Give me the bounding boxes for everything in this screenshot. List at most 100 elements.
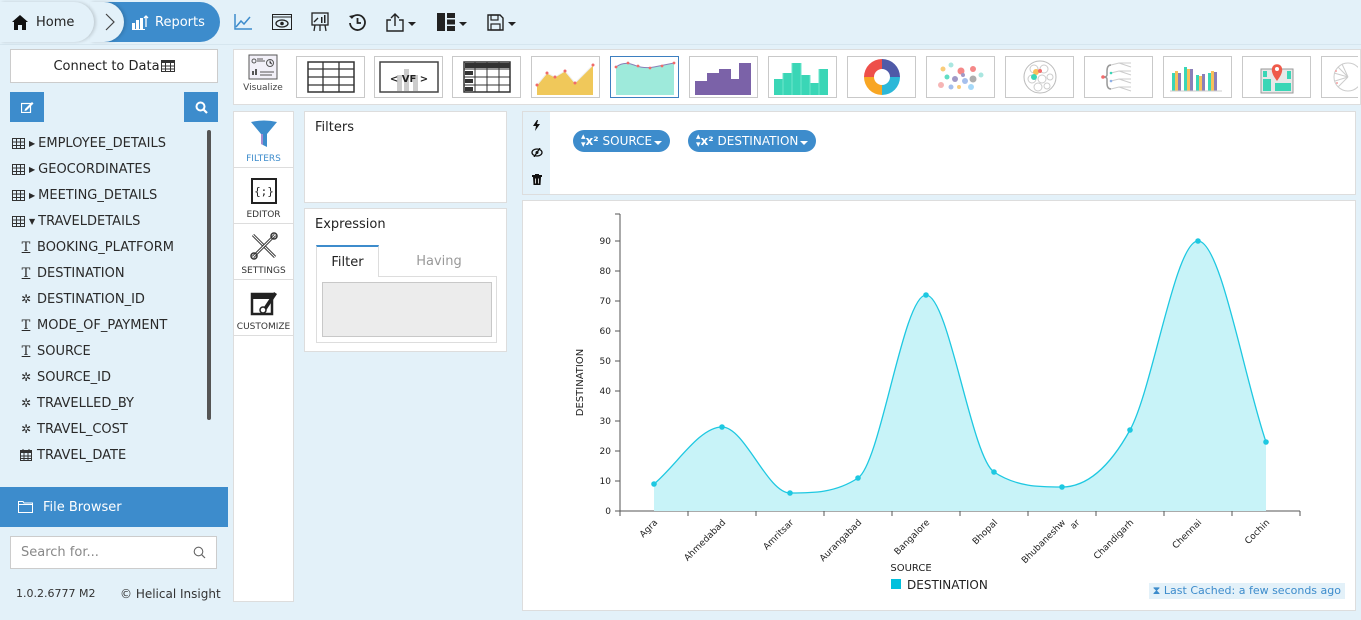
tree-chart-icon [1100, 62, 1131, 92]
x-tick-label: Amritsar [762, 518, 797, 553]
tab-filter[interactable]: Filter [316, 245, 379, 277]
tab-settings[interactable]: SETTINGS [234, 224, 293, 280]
viz-type-vf[interactable]: < VF > [374, 56, 443, 98]
connect-to-data-button[interactable]: Connect to Data [10, 49, 218, 83]
tree-table-meeting-details[interactable]: ▶ MEETING_DETAILS [10, 182, 210, 208]
svg-text:{;}: {;} [254, 185, 274, 198]
visualize-button[interactable]: Visualize [240, 54, 286, 100]
x-tick-label: Chennai [1171, 518, 1204, 551]
tab-customize[interactable]: CUSTOMIZE [234, 280, 293, 336]
x-tick-label-line: Agra [638, 518, 660, 540]
field-pill-label: SOURCE [602, 134, 653, 148]
eye-slash-icon [530, 148, 543, 157]
data-point-aurangabad[interactable] [855, 475, 861, 481]
delete-button[interactable] [523, 166, 550, 193]
viz-type-tree[interactable] [1084, 56, 1153, 98]
preview-button[interactable] [272, 10, 292, 34]
data-point-chennai[interactable] [1195, 238, 1201, 244]
data-point-amritsar[interactable] [787, 490, 793, 496]
data-point-agra[interactable] [651, 481, 657, 487]
search-input[interactable]: Search for... [10, 536, 217, 569]
donut-chart-icon [863, 59, 900, 95]
legend-swatch[interactable] [891, 579, 901, 589]
tree-scrollbar-thumb[interactable] [207, 130, 211, 420]
tree-field-travel-date[interactable]: TRAVEL_DATE [10, 442, 210, 468]
tree-field-mode-of-payment[interactable]: T MODE_OF_PAYMENT [10, 312, 210, 338]
viz-type-crosstab[interactable] [452, 56, 521, 98]
caret-down-icon [800, 141, 809, 145]
connect-to-data-label: Connect to Data [53, 58, 160, 74]
copyright-label: © Helical Insight [120, 587, 221, 601]
field-pill-destination[interactable]: ▴ ▾ x² DESTINATION [688, 130, 817, 152]
y-tick-label: 50 [600, 357, 612, 367]
data-point-cochin[interactable] [1263, 439, 1269, 445]
viz-type-map[interactable] [1242, 56, 1311, 98]
tree-field-source[interactable]: T SOURCE [10, 338, 210, 364]
edit-button[interactable] [10, 92, 44, 122]
tab-having[interactable]: Having [379, 245, 499, 277]
fields-panel: ▴ ▾ x² SOURCE ▴ ▾ x² DESTINATION [522, 111, 1356, 195]
caret-down-icon [654, 141, 663, 145]
vf-chart-icon: < VF > [378, 61, 439, 93]
x-tick-label-line: Ahmedabad [683, 518, 728, 563]
table-icon [10, 215, 26, 227]
text-type-icon: T [21, 317, 31, 333]
viz-type-radial[interactable] [1321, 56, 1358, 98]
viz-type-donut[interactable] [847, 56, 916, 98]
search-placeholder: Search for... [21, 545, 99, 560]
viz-type-scatter[interactable] [926, 56, 995, 98]
field-pill-source[interactable]: ▴ ▾ x² SOURCE [573, 130, 671, 152]
presentation-icon [311, 12, 329, 32]
viz-type-step[interactable] [689, 56, 758, 98]
layout-button[interactable] [437, 10, 467, 34]
presentation-button[interactable] [311, 10, 329, 34]
y-tick-label: 30 [600, 417, 612, 427]
data-point-bhopal[interactable] [991, 469, 997, 475]
tree-field-destination-id[interactable]: ✲ DESTINATION_ID [10, 286, 210, 312]
bubble-pack-chart-icon [1023, 60, 1056, 94]
viz-type-bubble-pack[interactable] [1005, 56, 1074, 98]
tree-table-traveldetails[interactable]: ▼ TRAVELDETAILS [10, 208, 210, 234]
lightning-button[interactable] [523, 112, 550, 139]
x-tick-label-line: Amritsar [762, 518, 797, 553]
hide-button[interactable] [523, 139, 550, 166]
file-browser-button[interactable]: File Browser [0, 487, 228, 527]
viz-type-table[interactable] [296, 56, 365, 98]
breadcrumb-home[interactable]: Home [0, 2, 94, 42]
search-button[interactable] [184, 92, 218, 122]
share-button[interactable] [386, 10, 416, 34]
tree-field-destination[interactable]: T DESTINATION [10, 260, 210, 286]
history-button[interactable] [348, 10, 367, 34]
caret-right-icon: ▶ [29, 190, 36, 200]
tree-field-travelled-by[interactable]: ✲ TRAVELLED_BY [10, 390, 210, 416]
tree-field-source-id[interactable]: ✲ SOURCE_ID [10, 364, 210, 390]
filters-title: Filters [315, 120, 354, 135]
grouped-bar-chart-icon [1169, 67, 1222, 92]
save-button[interactable] [487, 10, 516, 34]
tab-editor[interactable]: {;} EDITOR [234, 168, 293, 224]
bar-chart-icon [773, 63, 828, 95]
history-icon [349, 13, 366, 31]
viz-type-bar[interactable] [768, 56, 837, 98]
data-point-ahmedabad[interactable] [719, 424, 725, 430]
save-icon [487, 13, 504, 31]
tree-label: EMPLOYEE_DETAILS [38, 135, 166, 151]
tree-scrollbar[interactable] [207, 130, 211, 480]
data-point-bhubaneshwar[interactable] [1059, 484, 1065, 490]
funnel-icon [250, 120, 277, 147]
tree-field-booking-platform[interactable]: T BOOKING_PLATFORM [10, 234, 210, 260]
viz-type-spline-area[interactable] [610, 56, 679, 98]
tree-field-travel-cost[interactable]: ✲ TRAVEL_COST [10, 416, 210, 442]
y-tick-label: 90 [600, 237, 612, 247]
tab-filters[interactable]: FILTERS [234, 112, 293, 168]
table-chart-icon [306, 61, 355, 93]
expression-textarea[interactable] [322, 282, 492, 337]
line-chart-button[interactable] [234, 10, 252, 34]
viz-type-area[interactable] [531, 56, 600, 98]
tree-table-geocordinates[interactable]: ▶ GEOCORDINATES [10, 156, 210, 182]
data-point-bangalore[interactable] [923, 292, 929, 298]
viz-type-grouped-bar[interactable] [1163, 56, 1232, 98]
tree-table-employee-details[interactable]: ▶ EMPLOYEE_DETAILS [10, 130, 210, 156]
legend-label[interactable]: DESTINATION [907, 578, 988, 592]
data-point-chandigarh[interactable] [1127, 427, 1133, 433]
